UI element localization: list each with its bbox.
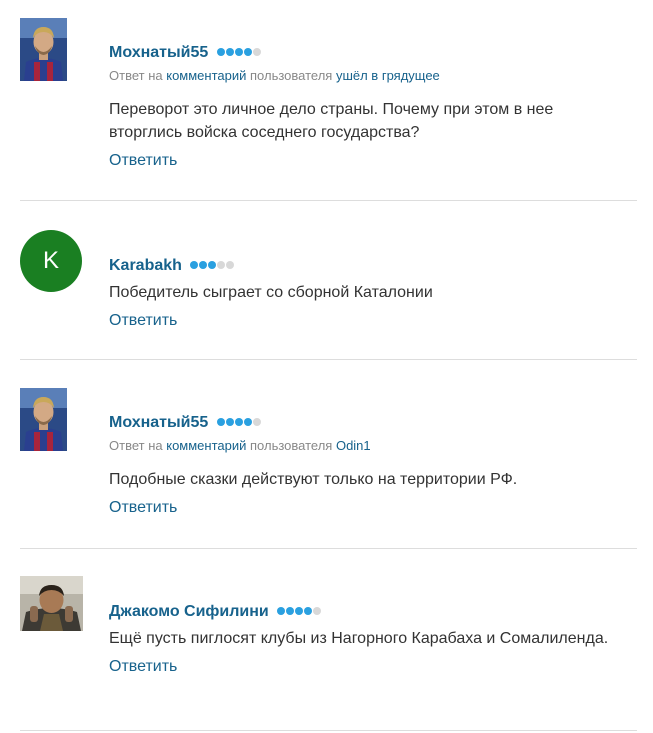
- reply-button[interactable]: Ответить: [109, 499, 177, 517]
- rating-dot-empty: [226, 261, 235, 269]
- author-link[interactable]: Джакомо Сифилини: [109, 603, 269, 620]
- comment-body: Джакомо Сифилини Ещё пусть пиглосят клуб…: [109, 600, 629, 676]
- avatar[interactable]: [20, 388, 67, 451]
- rating-dots: [190, 254, 235, 276]
- comment-text: Победитель сыграет со сборной Каталонии: [109, 284, 433, 301]
- rating-dot-filled: [216, 418, 225, 426]
- comment-text: Ещё пусть пиглосят клубы из Нагорного Ка…: [109, 630, 609, 647]
- divider: [20, 548, 637, 549]
- divider: [20, 200, 637, 201]
- comment-text: Переворот это личное дело страны. Почему…: [109, 101, 554, 141]
- comment-text: Подобные сказки действуют только на терр…: [109, 471, 518, 488]
- rating-dot-filled: [304, 607, 313, 615]
- reply-button[interactable]: Ответить: [109, 312, 177, 330]
- comment-body: Мохнатый55 Ответ на комментарий пользова…: [109, 411, 629, 517]
- reply-meta: Ответ на комментарий пользователя Odin1: [109, 436, 629, 456]
- rating-dot-filled: [225, 418, 234, 426]
- rating-dot-filled: [286, 607, 295, 615]
- rating-dot-filled: [243, 418, 252, 426]
- avatar[interactable]: [20, 18, 67, 81]
- rating-dot-filled: [295, 607, 304, 615]
- rating-dot-filled: [243, 48, 252, 56]
- avatar[interactable]: K: [20, 230, 82, 292]
- reply-comment-link[interactable]: комментарий: [166, 438, 246, 453]
- rating-dots: [216, 411, 262, 433]
- rating-dots: [216, 41, 262, 63]
- author-line: Джакомо Сифилини: [109, 600, 629, 622]
- reply-middle: пользователя: [250, 68, 333, 83]
- rating-dot-filled: [190, 261, 199, 269]
- rating-dots: [277, 600, 322, 622]
- divider: [20, 359, 637, 360]
- author-link[interactable]: Мохнатый55: [109, 44, 208, 61]
- reply-button[interactable]: Ответить: [109, 658, 177, 676]
- rating-dot-empty: [252, 418, 261, 426]
- author-line: Мохнатый55: [109, 411, 629, 433]
- comment-body: Мохнатый55 Ответ на комментарий пользова…: [109, 41, 629, 170]
- reply-user-link[interactable]: Odin1: [336, 438, 371, 453]
- author-link[interactable]: Karabakh: [109, 257, 182, 274]
- author-line: Karabakh: [109, 254, 629, 276]
- reply-prefix: Ответ на: [109, 438, 163, 453]
- reply-comment-link[interactable]: комментарий: [166, 68, 246, 83]
- rating-dot-empty: [313, 607, 322, 615]
- reply-middle: пользователя: [250, 438, 333, 453]
- comment-body: Karabakh Победитель сыграет со сборной К…: [109, 254, 629, 330]
- author-link[interactable]: Мохнатый55: [109, 414, 208, 431]
- divider: [20, 730, 637, 731]
- avatar[interactable]: [20, 576, 83, 631]
- rating-dot-empty: [252, 48, 261, 56]
- rating-dot-filled: [234, 418, 243, 426]
- reply-user-link[interactable]: ушёл в грядущее: [336, 68, 440, 83]
- reply-button[interactable]: Ответить: [109, 152, 177, 170]
- rating-dot-filled: [199, 261, 208, 269]
- rating-dot-filled: [225, 48, 234, 56]
- reply-meta: Ответ на комментарий пользователя ушёл в…: [109, 66, 629, 86]
- rating-dot-filled: [216, 48, 225, 56]
- author-line: Мохнатый55: [109, 41, 629, 63]
- rating-dot-filled: [208, 261, 217, 269]
- rating-dot-filled: [234, 48, 243, 56]
- reply-prefix: Ответ на: [109, 68, 163, 83]
- rating-dot-filled: [277, 607, 286, 615]
- rating-dot-empty: [217, 261, 226, 269]
